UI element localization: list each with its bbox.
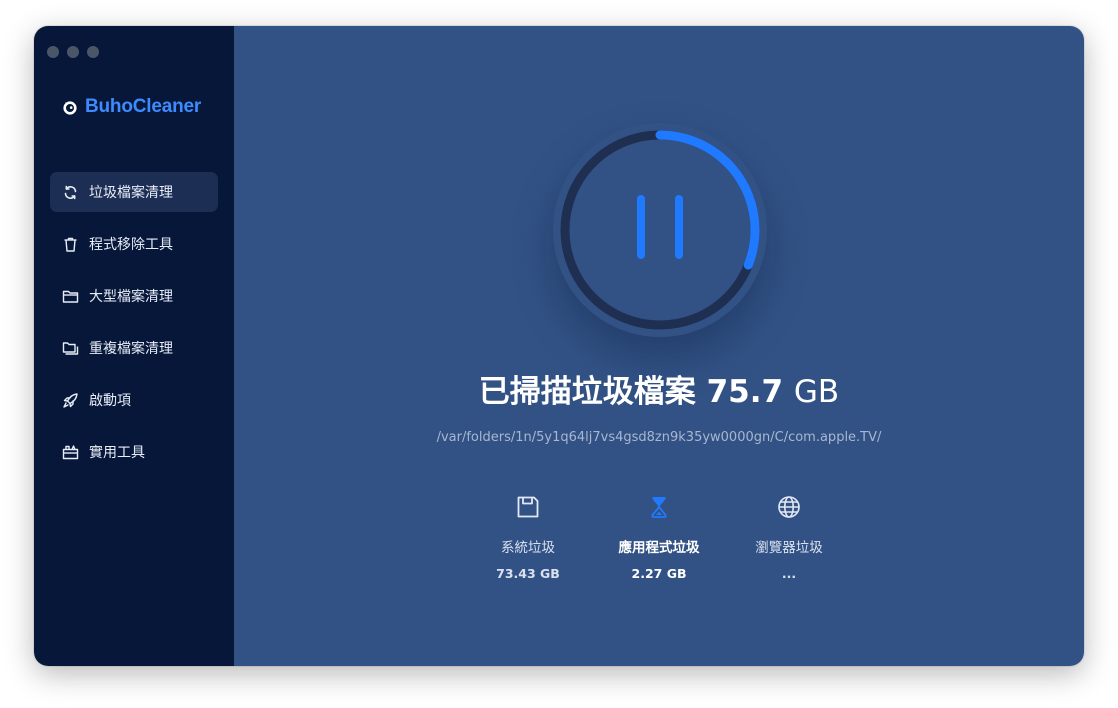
scan-amount: 75.7 <box>706 374 784 410</box>
category-system-junk: 系統垃圾 73.43 GB <box>463 494 593 581</box>
category-app-junk: 應用程式垃圾 2.27 GB <box>594 494 724 581</box>
sidebar-item-large-files[interactable]: 大型檔案清理 <box>50 276 218 316</box>
brand-name: BuhoCleaner <box>85 96 202 117</box>
sidebar-item-label: 垃圾檔案清理 <box>89 185 173 201</box>
sidebar-item-duplicate-files[interactable]: 重複檔案清理 <box>50 328 218 368</box>
refresh-icon <box>64 185 77 199</box>
category-size: 73.43 GB <box>496 566 560 581</box>
current-scan-path: /var/folders/1n/5y1q64lj7vs4gsd8zn9k35yw… <box>436 430 882 445</box>
category-label: 瀏覽器垃圾 <box>755 540 823 556</box>
minimize-window-button[interactable] <box>67 46 79 58</box>
category-size: ... <box>781 566 797 581</box>
brand-logo-icon <box>63 101 77 115</box>
globe-icon <box>778 496 800 518</box>
sidebar-item-label: 程式移除工具 <box>89 237 173 253</box>
hourglass-icon <box>651 497 667 518</box>
main-panel: 已掃描垃圾檔案 75.7 GB /var/folders/1n/5y1q64lj… <box>234 26 1084 666</box>
app-window: BuhoCleaner 垃圾檔案清理 程式移除工具 大型檔案清理 重複檔案清理 … <box>34 26 1084 666</box>
trash-icon <box>64 237 77 252</box>
scan-title: 已掃描垃圾檔案 <box>478 374 696 410</box>
window-controls <box>47 46 99 58</box>
sidebar-item-label: 啟動項 <box>89 393 131 409</box>
scan-unit: GB <box>793 374 840 410</box>
pause-icon-left-bar <box>637 195 645 259</box>
category-size: 2.27 GB <box>631 566 687 581</box>
pause-scan-button[interactable] <box>625 195 695 265</box>
pause-icon-right-bar <box>675 195 683 259</box>
sidebar-item-startup-items[interactable]: 啟動項 <box>50 380 218 420</box>
category-label: 系統垃圾 <box>501 540 555 556</box>
sidebar-item-app-uninstaller[interactable]: 程式移除工具 <box>50 224 218 264</box>
sidebar: BuhoCleaner 垃圾檔案清理 程式移除工具 大型檔案清理 重複檔案清理 … <box>34 26 234 666</box>
category-label: 應用程式垃圾 <box>618 540 700 556</box>
sidebar-item-label: 實用工具 <box>89 445 145 461</box>
toolbox-icon <box>62 444 79 459</box>
sidebar-item-label: 大型檔案清理 <box>89 289 173 305</box>
close-window-button[interactable] <box>47 46 59 58</box>
scan-headline: 已掃描垃圾檔案 75.7 GB <box>234 366 1084 411</box>
sidebar-item-toolkit[interactable]: 實用工具 <box>50 432 218 472</box>
zoom-window-button[interactable] <box>87 46 99 58</box>
duplicate-folder-icon <box>62 341 79 355</box>
sidebar-nav: 垃圾檔案清理 程式移除工具 大型檔案清理 重複檔案清理 啟動項 實用工具 <box>50 172 218 484</box>
rocket-icon <box>63 392 78 408</box>
sidebar-item-junk-cleanup[interactable]: 垃圾檔案清理 <box>50 172 218 212</box>
brand: BuhoCleaner <box>62 96 201 118</box>
sidebar-item-label: 重複檔案清理 <box>89 341 173 357</box>
scan-progress-ring <box>553 123 767 337</box>
folder-icon <box>62 290 79 303</box>
disk-icon <box>517 496 539 518</box>
category-browser-junk: 瀏覽器垃圾 ... <box>724 494 854 581</box>
